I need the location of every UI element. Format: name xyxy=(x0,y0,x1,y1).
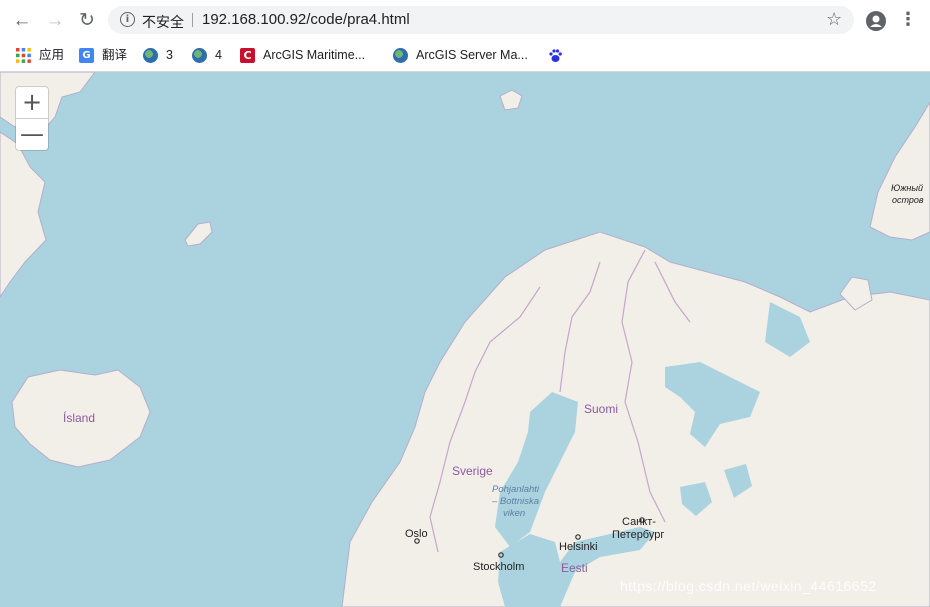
zoom-in-button[interactable]: + xyxy=(16,87,48,119)
bookmarks-bar: 应用 G 翻译 3 4 C ArcGIS Maritime... ArcGIS Se… xyxy=(0,40,930,72)
label-helsinki: Helsinki xyxy=(559,541,598,553)
forward-arrow-icon: → xyxy=(45,10,65,31)
zoom-out-button[interactable]: — xyxy=(16,119,48,150)
back-arrow-icon: ← xyxy=(12,10,32,31)
browser-menu-icon[interactable]: ⋮ xyxy=(898,10,918,30)
label-sweden: Sverige xyxy=(452,464,493,478)
baidu-paw-icon xyxy=(548,48,563,63)
label-gulf-line3: viken xyxy=(503,508,525,519)
address-bar[interactable]: i 不安全 192.168.100.92/code/pra4.html xyxy=(108,6,854,34)
label-spb-line2: Петербург xyxy=(612,529,664,541)
google-translate-icon: G xyxy=(79,48,94,64)
arcgis-c-icon: C xyxy=(240,48,255,64)
map-viewport[interactable]: Ísland Suomi Sverige Pohjanlahti – Bottn… xyxy=(0,72,930,607)
bookmark-label: ArcGIS Maritime... xyxy=(263,48,366,62)
omnibox-divider xyxy=(192,13,193,27)
bookmark-translate[interactable]: G 翻译 xyxy=(79,46,127,64)
globe-icon xyxy=(143,48,158,64)
bookmark-label: 应用 xyxy=(39,48,65,62)
bookmark-label: ArcGIS Server Ma... xyxy=(416,48,528,62)
label-finland: Suomi xyxy=(584,402,618,416)
label-iceland: Ísland xyxy=(63,410,95,425)
site-info-icon[interactable]: i xyxy=(120,12,135,27)
bookmark-baidu[interactable] xyxy=(548,46,571,64)
apps-grid-icon xyxy=(16,48,31,64)
globe-icon xyxy=(192,48,207,64)
bookmark-label: 3 xyxy=(166,48,173,62)
browser-toolbar: ← → ↻ i 不安全 192.168.100.92/code/pra4.htm… xyxy=(0,0,930,40)
bookmark-4[interactable]: 4 xyxy=(192,46,222,64)
label-estonia: Eesti xyxy=(561,561,588,575)
bookmark-arcgis-server[interactable]: ArcGIS Server Ma... xyxy=(393,46,528,64)
bookmark-3[interactable]: 3 xyxy=(143,46,173,64)
profile-avatar-icon[interactable] xyxy=(866,11,886,31)
label-gulf-line2: – Bottniska xyxy=(491,496,539,507)
bookmark-apps[interactable]: 应用 xyxy=(16,46,64,64)
scandinavia-land xyxy=(341,231,930,607)
bookmark-arcgis-maritime[interactable]: C ArcGIS Maritime... xyxy=(240,46,365,64)
back-button[interactable]: ← xyxy=(9,8,35,34)
reload-button[interactable]: ↻ xyxy=(74,8,100,34)
label-spb-line1: Санкт- xyxy=(622,516,656,528)
zoom-control: + — xyxy=(16,87,48,150)
globe-icon xyxy=(393,48,408,64)
bookmark-label: 4 xyxy=(215,48,222,62)
watermark-text: https://blog.csdn.net/weixin_44616652 xyxy=(620,578,877,594)
label-novaya-line1: Южный xyxy=(891,183,923,193)
forward-button[interactable]: → xyxy=(42,8,68,34)
url-text[interactable]: 192.168.100.92/code/pra4.html xyxy=(202,11,410,28)
bookmark-label: 翻译 xyxy=(102,48,128,62)
security-status: 不安全 xyxy=(142,15,184,31)
label-oslo: Oslo xyxy=(405,528,428,540)
bookmark-star-icon[interactable]: ☆ xyxy=(826,9,842,30)
reload-icon: ↻ xyxy=(79,10,95,31)
jan-mayen-island xyxy=(184,221,213,247)
label-gulf-line1: Pohjanlahti xyxy=(492,484,540,495)
small-island xyxy=(499,89,523,111)
greenland-land-east xyxy=(0,131,47,298)
label-novaya-line2: остров xyxy=(892,195,924,205)
map-canvas[interactable]: Ísland Suomi Sverige Pohjanlahti – Bottn… xyxy=(0,72,930,607)
label-stockholm: Stockholm xyxy=(473,561,524,573)
novaya-zemlya-land xyxy=(869,101,930,241)
